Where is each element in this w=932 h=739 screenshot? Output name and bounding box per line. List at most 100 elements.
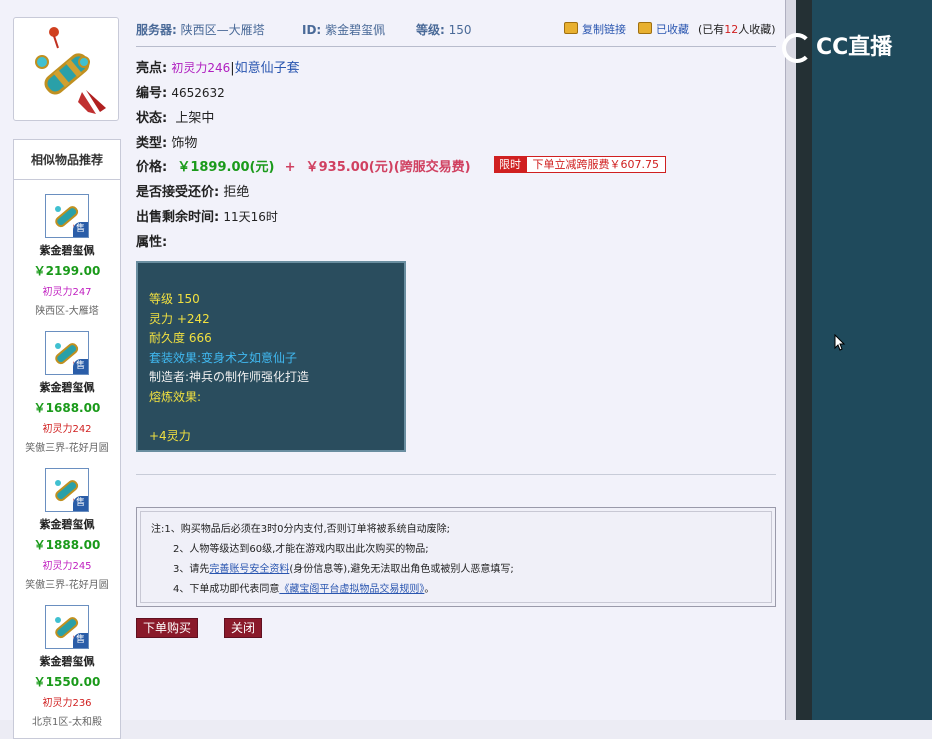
attr-spacer [149,408,393,427]
highlight-label: 亮点: [136,61,168,76]
note-3-suffix: (身份信息等),避免无法取出角色或被别人恶意填写; [289,564,514,575]
id-label: ID: [302,23,322,37]
security-info-link[interactable]: 完善账号安全资料 [209,564,289,575]
attr-label: 属性: [136,235,168,250]
note-2: 2、人物等级达到60级,才能在游戏内取出此次购买的物品; [173,544,429,555]
note-4-prefix: 4、下单成功即代表同意 [173,584,280,595]
status-label: 状态: [136,111,168,126]
type-label: 类型: [136,136,168,151]
mouse-cursor-icon [834,334,846,351]
cc-live-logo: CC直播 [782,30,907,66]
item-detail-panel: 相似物品推荐 售 紫金碧玺佩 ￥2199.00 初灵力247 陕西区-大雁塔 售 [0,0,785,739]
recommend-name[interactable]: 紫金碧玺佩 [14,242,120,258]
status-row: 状态: 上架中 [136,107,214,126]
price-label: 价格: [136,160,168,175]
close-button[interactable]: 关闭 [224,618,263,638]
level-label: 等级: [416,23,445,37]
id-value: 紫金碧玺佩 [325,23,386,37]
bargain-row: 是否接受还价: 拒绝 [136,181,249,200]
server-info: 服务器: 陕西区—大雁塔 [136,21,265,38]
favorite-button[interactable]: 已收藏 [638,21,689,37]
sale-tag: 售 [73,496,88,511]
recommend-name[interactable]: 紫金碧玺佩 [14,379,120,395]
attr-refine-value: +4灵力 [149,428,191,443]
stream-border [796,0,812,720]
left-column: 相似物品推荐 售 紫金碧玺佩 ￥2199.00 初灵力247 陕西区-大雁塔 售 [13,0,121,739]
limit-desc: 下单立减跨服费￥607.75 [525,156,666,173]
fav-count-number: 12 [724,23,739,36]
divider [136,474,776,475]
note-3-prefix: 3、请先 [173,564,210,575]
attr-spirit: 灵力 +242 [149,311,210,326]
scrollbar[interactable] [785,0,796,720]
sale-tag: 售 [73,633,88,648]
recommend-attr: 初灵力242 [42,424,92,435]
pendant-thumb-icon[interactable]: 售 [45,194,89,238]
sale-tag: 售 [73,359,88,374]
recommend-item[interactable]: 售 紫金碧玺佩 ￥1888.00 初灵力245 笑傲三界-花好月圆 [14,468,120,591]
price-row: 价格: ￥1899.00(元) + ￥935.00(元)(跨服交易费) [136,156,471,175]
copy-link-label[interactable]: 复制链接 [582,23,626,36]
stream-background [812,0,932,720]
favorite-icon [638,22,652,34]
pendant-thumb-icon[interactable]: 售 [45,331,89,375]
attr-level: 等级 150 [149,292,200,306]
notes-box: 注:1、购买物品后必须在3时0分内支付,否则订单将被系统自动废除; 2、人物等级… [136,507,776,607]
recommend-server: 陕西区-大雁塔 [35,306,99,317]
recommend-price: ￥2199.00 [33,264,101,278]
number-label: 编号: [136,86,168,101]
note-3: 3、请先完善账号安全资料(身份信息等),避免无法取出角色或被别人恶意填写; [151,560,761,580]
favorite-label[interactable]: 已收藏 [656,23,689,36]
note-4: 4、下单成功即代表同意《藏宝阁平台虚拟物品交易规则》。 [151,580,761,600]
number-value: 4652632 [171,86,225,100]
recommend-attr: 初灵力245 [42,561,92,572]
note-1: 注:1、购买物品后必须在3时0分内支付,否则订单将被系统自动废除; [151,524,451,535]
attr-set-effect: 套装效果:变身术之如意仙子 [149,350,298,365]
attribute-box: 等级 150 灵力 +242 耐久度 666 套装效果:变身术之如意仙子 制造者… [136,261,406,452]
pendant-icon [35,27,106,114]
recommend-price: ￥1550.00 [33,675,101,689]
recommend-attr: 初灵力247 [42,287,92,298]
attr-refine: 熔炼效果: [149,389,202,404]
recommend-item[interactable]: 售 紫金碧玺佩 ￥1550.00 初灵力236 北京1区-太和殿 [14,605,120,728]
copy-link-button[interactable]: 复制链接 [564,21,626,37]
id-info: ID: 紫金碧玺佩 [302,21,385,38]
recommend-server: 笑傲三界-花好月圆 [25,580,109,591]
recommend-name[interactable]: 紫金碧玺佩 [14,653,120,669]
type-row: 类型: 饰物 [136,132,197,151]
copy-icon [564,22,578,34]
recommend-item[interactable]: 售 紫金碧玺佩 ￥2199.00 初灵力247 陕西区-大雁塔 [14,194,120,317]
fav-suffix: 人收藏) [738,23,776,36]
bargain-label: 是否接受还价: [136,185,220,200]
trade-rules-link[interactable]: 《藏宝阁平台虚拟物品交易规则》 [279,584,424,595]
attr-maker: 制造者:神兵の制作师强化打造 [149,370,310,385]
price-plus: + [284,160,296,175]
highlight-set[interactable]: 如意仙子套 [235,61,300,76]
time-label: 出售剩余时间: [136,210,220,225]
server-label: 服务器: [136,23,177,37]
cc-logo-icon [782,33,812,63]
fav-prefix: (已有 [698,23,725,36]
favorite-count: (已有12人收藏) [698,21,776,37]
time-row: 出售剩余时间: 11天16时 [136,206,278,225]
status-value: 上架中 [175,111,215,126]
number-row: 编号: 4652632 [136,82,225,101]
attr-row: 属性: [136,231,167,250]
recommend-price: ￥1888.00 [33,538,101,552]
attr-durability: 耐久度 666 [149,331,212,346]
item-image [13,17,119,121]
pendant-thumb-icon[interactable]: 售 [45,468,89,512]
sale-tag: 售 [73,222,88,237]
notes-content: 注:1、购买物品后必须在3时0分内支付,否则订单将被系统自动废除; 2、人物等级… [140,511,772,603]
type-value: 饰物 [171,136,198,151]
recommend-name[interactable]: 紫金碧玺佩 [14,516,120,532]
recommend-item[interactable]: 售 紫金碧玺佩 ￥1688.00 初灵力242 笑傲三界-花好月圆 [14,331,120,454]
recommend-server: 北京1区-太和殿 [32,717,102,728]
limit-tag: 限时 [494,156,526,173]
level-info: 等级: 150 [416,21,472,38]
buy-button[interactable]: 下单购买 [136,618,199,638]
recommend-server: 笑傲三界-花好月圆 [25,443,109,454]
server-value: 陕西区—大雁塔 [180,23,265,37]
pendant-thumb-icon[interactable]: 售 [45,605,89,649]
page: 相似物品推荐 售 紫金碧玺佩 ￥2199.00 初灵力247 陕西区-大雁塔 售 [0,0,932,739]
